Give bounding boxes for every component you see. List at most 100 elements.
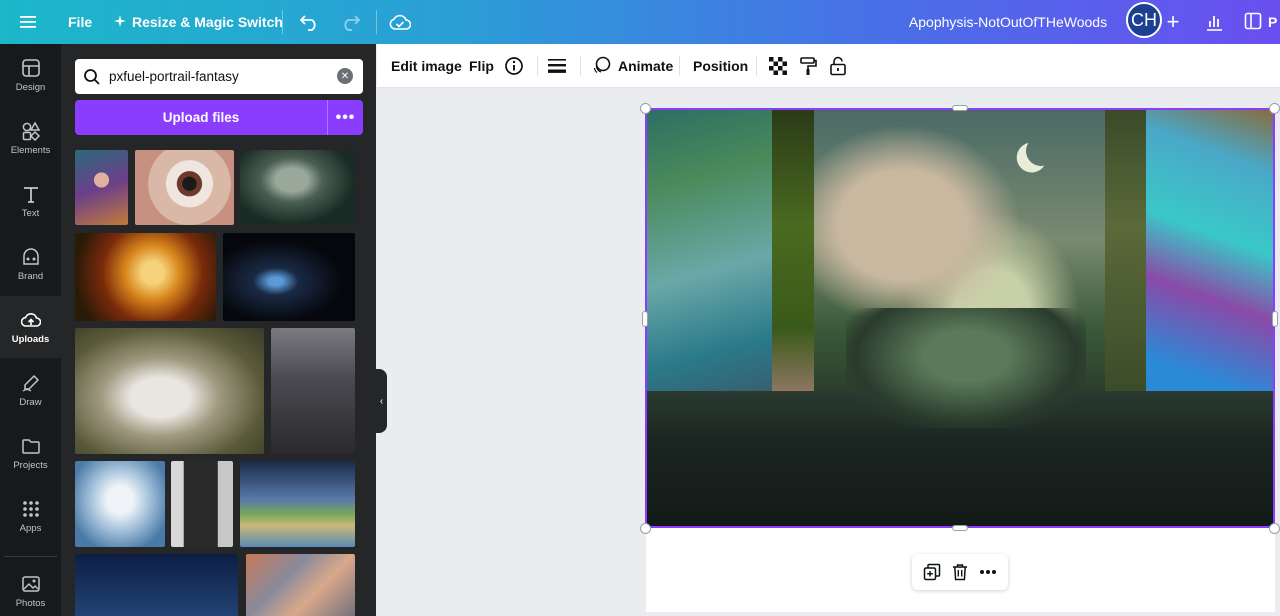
rail-item-draw[interactable]: Draw <box>0 359 61 421</box>
paint-roller-icon[interactable] <box>798 44 818 88</box>
image-panel <box>1105 108 1151 401</box>
divider <box>282 10 283 34</box>
animate-button[interactable]: Animate <box>592 44 673 88</box>
divider <box>580 56 581 76</box>
rail-label: Brand <box>17 270 44 282</box>
line-weight-icon[interactable] <box>548 44 566 88</box>
upload-thumbnail[interactable] <box>75 328 264 454</box>
info-icon[interactable] <box>504 44 524 88</box>
resize-handle[interactable] <box>1269 103 1280 114</box>
shapes-icon <box>22 120 40 141</box>
undo-icon[interactable] <box>296 8 324 36</box>
search-box: ✕ <box>75 59 363 94</box>
present-icon <box>1244 12 1262 33</box>
collapse-panel-handle[interactable]: ‹ <box>376 369 387 433</box>
present-label: P <box>1268 14 1278 30</box>
more-options-icon[interactable] <box>976 560 1000 584</box>
image-panel <box>646 108 777 401</box>
upload-thumbnail[interactable] <box>135 150 234 225</box>
divider <box>679 56 680 76</box>
divider <box>537 56 538 76</box>
position-button[interactable]: Position <box>693 44 748 88</box>
trash-icon[interactable] <box>948 560 972 584</box>
clear-search-icon[interactable]: ✕ <box>337 68 353 84</box>
rail-item-photos[interactable]: Photos <box>0 560 61 616</box>
more-options-icon[interactable]: ••• <box>327 100 363 135</box>
folder-icon <box>21 438 40 454</box>
resize-label: Resize & Magic Switch <box>132 14 283 30</box>
cloud-upload-icon <box>20 312 41 327</box>
forest-silhouette <box>846 308 1086 428</box>
resize-handle[interactable] <box>642 311 648 327</box>
animate-icon <box>592 55 612 78</box>
upload-thumbnail[interactable] <box>223 233 355 321</box>
divider <box>376 10 377 34</box>
search-input[interactable] <box>109 69 329 84</box>
upload-thumbnail[interactable] <box>240 150 355 225</box>
resize-handle[interactable] <box>640 523 651 534</box>
avatar[interactable]: CH <box>1126 2 1162 38</box>
rail-label: Projects <box>13 459 48 471</box>
resize-handle[interactable] <box>1269 523 1280 534</box>
context-toolbar: Edit image Flip Animate Position <box>377 44 1280 88</box>
edit-image-button[interactable]: Edit image <box>391 44 462 88</box>
rail-item-design[interactable]: Design <box>0 44 61 106</box>
resize-handle[interactable] <box>952 525 968 531</box>
layout-icon <box>21 58 40 77</box>
rail-item-text[interactable]: Text <box>0 170 61 232</box>
upload-thumbnail[interactable] <box>240 461 355 547</box>
duplicate-icon[interactable] <box>920 560 944 584</box>
divider <box>756 56 757 76</box>
resize-magic-switch-button[interactable]: Resize & Magic Switch <box>114 0 283 44</box>
rail-label: Apps <box>19 522 42 534</box>
file-menu-button[interactable]: File <box>68 0 92 44</box>
rail-label: Elements <box>10 144 51 156</box>
search-icon <box>75 68 109 86</box>
text-icon <box>23 186 38 203</box>
cloud-saved-icon[interactable] <box>386 8 414 36</box>
upload-thumbnail[interactable] <box>75 461 165 547</box>
top-bar: File Resize & Magic Switch Apophysis-Not… <box>0 0 1280 44</box>
rail-item-elements[interactable]: Elements <box>0 107 61 169</box>
rail-label: Draw <box>19 396 42 408</box>
upload-thumbnail[interactable] <box>246 554 355 616</box>
upload-thumbnail[interactable] <box>271 328 355 454</box>
image-panel <box>1146 108 1275 391</box>
hamburger-menu-icon[interactable] <box>14 8 42 36</box>
left-rail: Design Elements Text Brand Uploads Draw … <box>0 44 61 616</box>
upload-files-label[interactable]: Upload files <box>75 100 327 135</box>
resize-handle[interactable] <box>952 105 968 111</box>
upload-thumbnail[interactable] <box>75 554 238 616</box>
document-title[interactable]: Apophysis-NotOutOfTHeWoods <box>900 0 1116 44</box>
brand-icon <box>22 247 39 265</box>
element-quick-actions <box>912 554 1008 590</box>
upload-thumbnail[interactable] <box>75 233 216 321</box>
rail-item-brand[interactable]: Brand <box>0 233 61 295</box>
rail-item-projects[interactable]: Projects <box>0 422 61 484</box>
upload-thumbnail[interactable] <box>171 461 233 547</box>
present-button[interactable]: P <box>1244 8 1280 36</box>
rail-item-apps[interactable]: Apps <box>0 485 61 547</box>
pen-icon <box>22 374 39 392</box>
selected-artwork-image[interactable] <box>646 108 1275 528</box>
rail-label: Photos <box>15 597 46 609</box>
transparency-icon[interactable] <box>768 44 788 88</box>
upload-thumbnail[interactable] <box>75 150 128 225</box>
uploads-panel: ✕ Upload files ••• <box>61 44 376 616</box>
upload-files-button[interactable]: Upload files ••• <box>75 100 363 135</box>
lock-icon[interactable] <box>829 44 847 88</box>
flip-button[interactable]: Flip <box>469 44 494 88</box>
sparkle-icon <box>114 14 126 30</box>
add-collaborator-icon[interactable]: + <box>1162 8 1184 36</box>
rail-item-uploads[interactable]: Uploads <box>0 296 61 358</box>
image-panel <box>772 108 818 401</box>
redo-icon[interactable] <box>336 8 364 36</box>
resize-handle[interactable] <box>1272 311 1278 327</box>
rail-label: Text <box>21 207 40 219</box>
rail-label: Uploads <box>11 333 50 345</box>
insights-chart-icon[interactable] <box>1200 8 1228 36</box>
resize-handle[interactable] <box>640 103 651 114</box>
grid-icon <box>22 500 39 517</box>
divider <box>4 556 57 557</box>
chevron-left-icon: ‹ <box>379 395 384 407</box>
